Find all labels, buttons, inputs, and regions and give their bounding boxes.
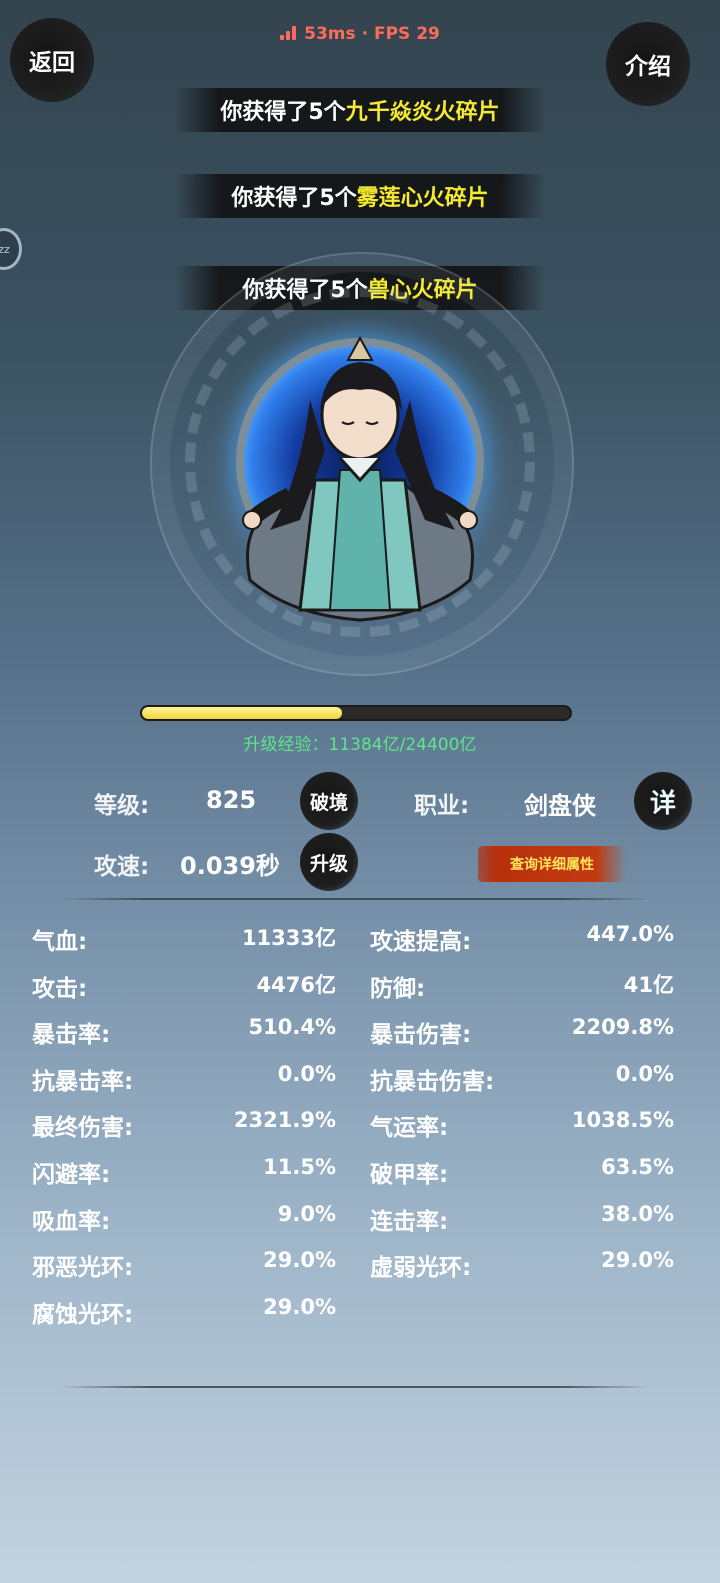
stat-label: 攻击: bbox=[32, 975, 88, 1002]
stat-value: 63.5% bbox=[601, 1155, 674, 1179]
divider-top bbox=[60, 898, 650, 900]
stat-value: 9.0% bbox=[277, 1201, 336, 1226]
stat-value: 2209.8% bbox=[571, 1015, 674, 1040]
stat-label: 防御: bbox=[370, 975, 426, 1002]
stat-label: 破甲率: bbox=[370, 1162, 449, 1188]
notice-prefix: 你获得了5个 bbox=[231, 186, 357, 211]
stat-label: 抗暴击伤害: bbox=[370, 1068, 495, 1095]
notice-item: 九千焱炎火碎片 bbox=[345, 100, 500, 125]
stat-label: 暴击伤害: bbox=[370, 1022, 472, 1049]
stat-value: 2321.9% bbox=[233, 1108, 336, 1133]
character-portrait bbox=[242, 335, 478, 622]
stat-label: 虚弱光环: bbox=[370, 1255, 472, 1282]
stat-value: 11.5% bbox=[263, 1155, 336, 1179]
breakthrough-button[interactable]: 破境 bbox=[300, 772, 358, 830]
stat-value: 29.0% bbox=[263, 1248, 336, 1273]
notice-banner: 你获得了5个 九千焱炎火碎片 bbox=[175, 88, 545, 132]
stat-value: 0.0% bbox=[615, 1061, 674, 1086]
stat-value: 510.4% bbox=[248, 1015, 336, 1040]
stat-label: 腐蚀光环: bbox=[32, 1301, 134, 1328]
stat-value: 1038.5% bbox=[571, 1108, 674, 1133]
stats-row: 暴击率: 510.4% 暴击伤害: 2209.8% bbox=[32, 1015, 688, 1061]
intro-button[interactable]: 介绍 bbox=[606, 22, 690, 106]
stats-row: 最终伤害: 2321.9% 气运率: 1038.5% bbox=[32, 1108, 688, 1154]
stat-value: 0.0% bbox=[277, 1061, 336, 1086]
notice-banner: 你获得了5个 雾莲心火碎片 bbox=[175, 174, 545, 218]
back-button[interactable]: 返回 bbox=[10, 18, 94, 102]
stats-row: 闪避率: 11.5% 破甲率: 63.5% bbox=[32, 1155, 688, 1201]
stat-label: 抗暴击率: bbox=[32, 1068, 134, 1095]
stat-label: 闪避率: bbox=[32, 1162, 111, 1188]
class-detail-button[interactable]: 详 bbox=[634, 772, 692, 830]
stat-value: 447.0% bbox=[586, 922, 674, 946]
attack-speed-label: 攻速: bbox=[94, 854, 150, 880]
notice-prefix: 你获得了5个 bbox=[220, 100, 346, 125]
class-label: 职业: bbox=[414, 793, 470, 819]
upgrade-button[interactable]: 升级 bbox=[300, 833, 358, 891]
side-float-button[interactable]: zz bbox=[0, 228, 22, 270]
stat-label: 邪恶光环: bbox=[32, 1255, 134, 1282]
stats-row: 腐蚀光环: 29.0% bbox=[32, 1295, 688, 1341]
stat-label: 吸血率: bbox=[32, 1208, 111, 1235]
stats-row: 攻击: 4476亿 防御: 41亿 bbox=[32, 969, 688, 1015]
notice-item: 雾莲心火碎片 bbox=[356, 186, 489, 211]
ping-text: 53ms bbox=[304, 24, 356, 44]
stat-label: 最终伤害: bbox=[32, 1115, 134, 1142]
level-value: 825 bbox=[206, 786, 257, 814]
stat-value: 11333亿 bbox=[241, 926, 336, 950]
stat-label: 攻速提高: bbox=[370, 929, 472, 955]
stat-value: 38.0% bbox=[601, 1201, 674, 1226]
stat-label: 气运率: bbox=[370, 1115, 449, 1142]
level-label: 等级: bbox=[94, 793, 150, 819]
fps-text: FPS 29 bbox=[373, 24, 440, 44]
stats-row: 吸血率: 9.0% 连击率: 38.0% bbox=[32, 1202, 688, 1248]
stat-label: 气血: bbox=[32, 929, 88, 955]
status-separator: · bbox=[361, 24, 369, 44]
stat-value: 41亿 bbox=[623, 972, 674, 997]
query-details-button[interactable]: 查询详细属性 bbox=[478, 846, 626, 882]
stat-value: 29.0% bbox=[263, 1294, 336, 1319]
stat-label: 连击率: bbox=[370, 1208, 449, 1235]
stat-label: 暴击率: bbox=[32, 1022, 111, 1049]
exp-progress-fill bbox=[142, 707, 342, 719]
stats-row: 邪恶光环: 29.0% 虚弱光环: 29.0% bbox=[32, 1248, 688, 1294]
class-value: 剑盘侠 bbox=[524, 792, 596, 820]
stat-value: 4476亿 bbox=[256, 972, 336, 997]
stats-row: 抗暴击率: 0.0% 抗暴击伤害: 0.0% bbox=[32, 1062, 688, 1108]
attack-speed-value: 0.039秒 bbox=[180, 852, 280, 880]
signal-icon bbox=[280, 26, 298, 40]
divider-bottom bbox=[60, 1386, 650, 1388]
exp-progress-bar bbox=[140, 705, 572, 721]
exp-text: 升级经验：11384亿/24400亿 bbox=[243, 735, 477, 755]
stats-row: 气血: 11333亿 攻速提高: 447.0% bbox=[32, 922, 688, 968]
stat-value: 29.0% bbox=[601, 1248, 674, 1273]
